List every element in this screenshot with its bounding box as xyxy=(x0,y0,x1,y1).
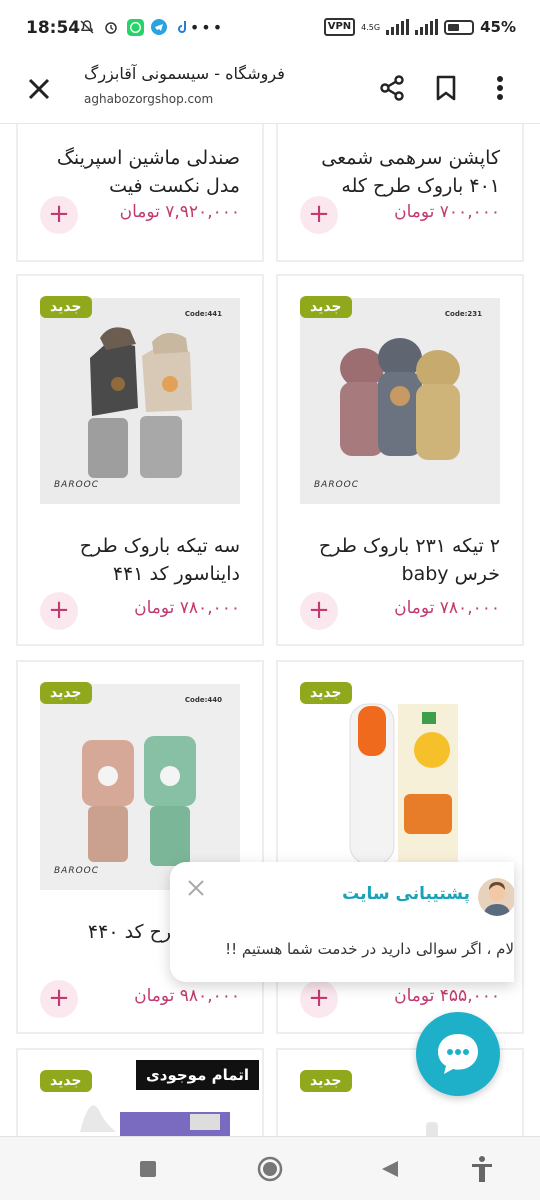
add-to-cart-button[interactable]: + xyxy=(40,196,78,234)
mute-icon xyxy=(78,18,96,36)
product-title: ۲ تیکه ۲۳۱ باروک طرح خرس baby xyxy=(318,535,500,585)
product-image: Code:440 BAROOC xyxy=(40,684,240,890)
chat-message: لام ، اگر سوالی دارید در خدمت شما هستیم … xyxy=(225,940,514,958)
chat-button[interactable] xyxy=(416,1012,500,1096)
battery-icon xyxy=(444,19,475,35)
notification-icons: ••• xyxy=(78,17,225,37)
page-title: فروشگاه - سیسمونی آقابزرگ xyxy=(84,64,285,83)
whatsapp-icon xyxy=(126,18,144,36)
brand-label: BAROOC xyxy=(54,480,100,490)
product-card[interactable]: جدید Code:231 BAROOC ۲ تیکه ۲۳۱ باروک طر… xyxy=(276,274,524,646)
back-icon[interactable] xyxy=(374,1153,406,1185)
product-card[interactable]: جدید Code:441 BAROOC سه تیکه باروک طرح د… xyxy=(16,274,264,646)
signal-icon-2 xyxy=(415,19,439,35)
system-nav-bar xyxy=(0,1136,540,1200)
status-bar: 18:54 ••• VPN 4.5G 45% xyxy=(0,0,540,58)
brand-label: BAROOC xyxy=(314,480,360,490)
product-price: ۷,۹۲۰,۰۰۰ تومان xyxy=(119,202,240,222)
avatar xyxy=(478,878,514,916)
status-time: 18:54 xyxy=(26,18,81,38)
new-badge: جدید xyxy=(300,296,352,318)
new-badge: جدید xyxy=(40,1070,92,1092)
product-price: ۷۸۰,۰۰۰ تومان xyxy=(134,598,240,618)
more-notifications-icon: ••• xyxy=(189,17,225,37)
add-to-cart-button[interactable]: + xyxy=(300,196,338,234)
vpn-badge: VPN xyxy=(323,18,356,36)
alarm-icon xyxy=(102,18,120,36)
status-right: VPN 4.5G 45% xyxy=(323,18,516,36)
product-image xyxy=(300,684,500,890)
add-to-cart-button[interactable]: + xyxy=(40,980,78,1018)
page-url: aghabozorgshop.com xyxy=(84,92,214,106)
support-chat-popup[interactable]: پشتیبانی سایت لام ، اگر سوالی دارید در خ… xyxy=(170,862,514,982)
close-icon[interactable] xyxy=(186,878,206,898)
telegram-icon xyxy=(150,18,168,36)
recents-icon[interactable] xyxy=(132,1153,164,1185)
share-icon[interactable] xyxy=(374,70,410,106)
product-image: Code:441 BAROOC xyxy=(40,298,240,504)
new-badge: جدید xyxy=(300,682,352,704)
product-title: صندلی ماشین اسپرینگ مدل نکست فیت xyxy=(56,147,240,197)
product-grid: صندلی ماشین اسپرینگ مدل نکست فیت ۷,۹۲۰,۰… xyxy=(0,124,540,1136)
battery-percent: 45% xyxy=(480,18,516,36)
more-vert-icon[interactable] xyxy=(482,70,518,106)
new-badge: جدید xyxy=(40,296,92,318)
new-badge: جدید xyxy=(40,682,92,704)
add-to-cart-button[interactable]: + xyxy=(40,592,78,630)
chat-bubble-icon xyxy=(438,1034,478,1074)
product-image: Code:231 BAROOC xyxy=(300,298,500,504)
product-card[interactable]: صندلی ماشین اسپرینگ مدل نکست فیت ۷,۹۲۰,۰… xyxy=(16,124,264,262)
home-icon[interactable] xyxy=(254,1153,286,1185)
browser-toolbar: فروشگاه - سیسمونی آقابزرگ aghabozorgshop… xyxy=(0,58,540,124)
product-card[interactable]: کاپشن سرهمی شمعی ۴۰۱ باروک طرح کله ۷۰۰,۰… xyxy=(276,124,524,262)
add-to-cart-button[interactable]: + xyxy=(300,980,338,1018)
network-type: 4.5G xyxy=(361,22,381,32)
signal-icon xyxy=(386,19,410,35)
close-icon[interactable] xyxy=(22,72,56,106)
add-to-cart-button[interactable]: + xyxy=(300,592,338,630)
accessibility-icon[interactable] xyxy=(466,1153,498,1185)
chat-title: پشتیبانی سایت xyxy=(342,884,470,904)
bookmark-icon[interactable] xyxy=(428,70,464,106)
product-price: ۴۵۵,۰۰۰ تومان xyxy=(394,986,500,1006)
product-price: ۷۰۰,۰۰۰ تومان xyxy=(394,202,500,222)
brand-label: BAROOC xyxy=(54,866,100,876)
product-title: کاپشن سرهمی شمعی ۴۰۱ باروک طرح کله xyxy=(321,147,500,197)
out-of-stock-label: اتمام موجودی xyxy=(136,1060,260,1090)
new-badge: جدید xyxy=(300,1070,352,1092)
product-price: ۷۸۰,۰۰۰ تومان xyxy=(394,598,500,618)
product-title: سه تیکه باروک طرح دایناسور کد ۴۴۱ xyxy=(79,535,240,585)
product-price: ۹۸۰,۰۰۰ تومان xyxy=(134,986,240,1006)
